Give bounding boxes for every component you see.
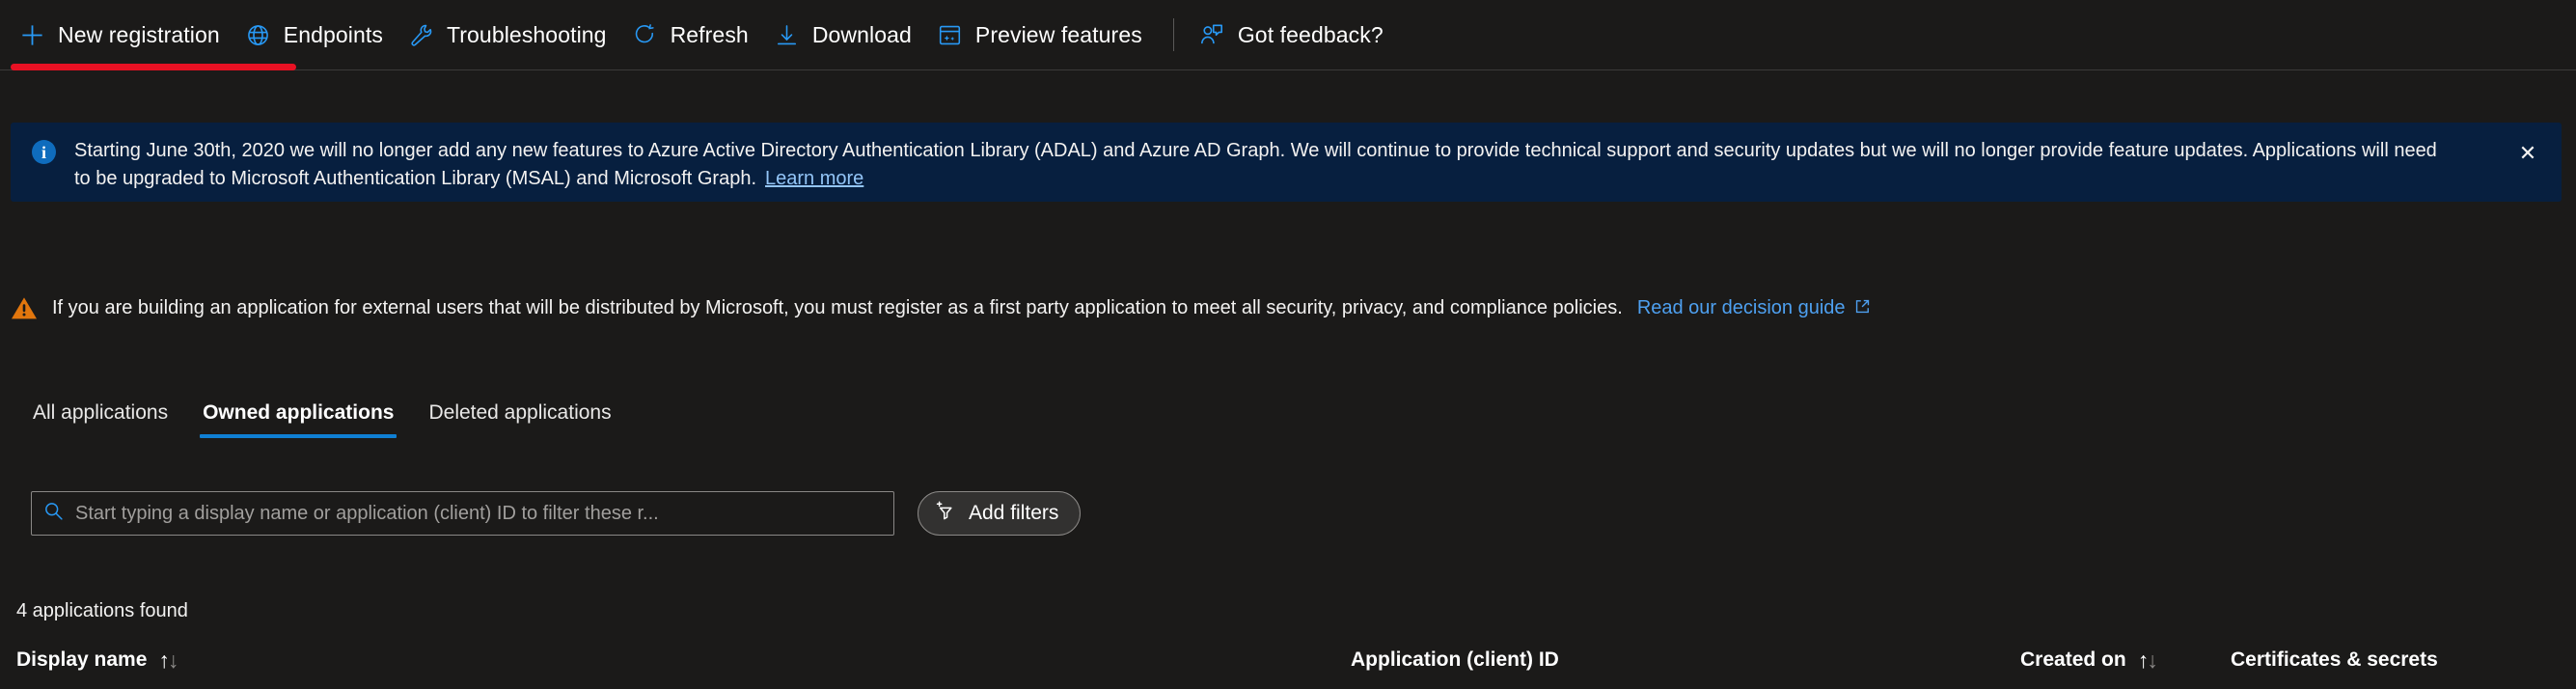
download-label: Download <box>812 22 912 48</box>
adal-deprecation-banner: i Starting June 30th, 2020 we will no lo… <box>11 123 2562 202</box>
tab-owned-applications[interactable]: Owned applications <box>185 396 411 438</box>
tab-all-applications[interactable]: All applications <box>15 396 185 438</box>
banner-text-container: Starting June 30th, 2020 we will no long… <box>74 137 2457 193</box>
new-registration-highlight <box>11 64 296 70</box>
warning-text: If you are building an application for e… <box>52 297 1623 319</box>
read-decision-guide-link[interactable]: Read our decision guide <box>1637 297 1871 320</box>
download-button[interactable]: Download <box>766 14 929 56</box>
column-header-created-on-label: Created on <box>2020 648 2126 672</box>
search-input[interactable] <box>75 503 882 525</box>
sort-toggle-display-name[interactable]: ↑ ↓ <box>158 649 178 672</box>
first-party-warning: If you are building an application for e… <box>11 296 1871 320</box>
banner-message: Starting June 30th, 2020 we will no long… <box>74 140 2437 189</box>
got-feedback-button[interactable]: Got feedback? <box>1192 14 1401 56</box>
tab-all-applications-label: All applications <box>33 401 168 424</box>
download-icon <box>774 22 800 48</box>
column-header-certificates-secrets-label: Certificates & secrets <box>2231 648 2438 672</box>
read-decision-guide-label: Read our decision guide <box>1637 297 1846 318</box>
sort-descending-icon: ↓ <box>2147 649 2158 672</box>
command-bar-separator <box>1173 18 1174 51</box>
close-icon[interactable]: ✕ <box>2513 139 2542 168</box>
endpoints-label: Endpoints <box>284 22 383 48</box>
column-header-application-client-id-label: Application (client) ID <box>1351 648 1559 672</box>
command-bar: New registration Endpoints Troubleshooti… <box>0 0 2576 70</box>
refresh-label: Refresh <box>671 22 749 48</box>
tab-owned-applications-label: Owned applications <box>203 401 394 424</box>
results-count: 4 applications found <box>16 600 188 622</box>
refresh-button[interactable]: Refresh <box>624 14 766 56</box>
add-filters-button[interactable]: Add filters <box>918 491 1081 536</box>
learn-more-link[interactable]: Learn more <box>765 168 863 189</box>
search-box[interactable] <box>31 491 894 536</box>
troubleshooting-label: Troubleshooting <box>447 22 607 48</box>
column-header-display-name-label: Display name <box>16 648 147 672</box>
warning-triangle-icon <box>11 296 38 320</box>
external-link-icon <box>1854 298 1871 319</box>
add-filter-icon <box>934 499 957 528</box>
tab-deleted-applications[interactable]: Deleted applications <box>411 396 628 438</box>
tab-deleted-applications-label: Deleted applications <box>428 401 611 424</box>
app-registrations-page: New registration Endpoints Troubleshooti… <box>0 0 2576 689</box>
plus-icon <box>19 22 45 48</box>
applications-table-header: Display name ↑ ↓ Application (client) ID… <box>0 648 2576 689</box>
feedback-person-icon <box>1199 22 1225 48</box>
preview-features-icon <box>937 22 963 48</box>
globe-icon <box>245 22 271 48</box>
troubleshooting-button[interactable]: Troubleshooting <box>400 14 624 56</box>
new-registration-label: New registration <box>58 22 220 48</box>
column-header-created-on[interactable]: Created on ↑ ↓ <box>2020 648 2158 672</box>
column-header-application-client-id: Application (client) ID <box>1351 648 1559 672</box>
got-feedback-label: Got feedback? <box>1238 22 1384 48</box>
add-filters-label: Add filters <box>969 502 1058 525</box>
info-circle-icon: i <box>32 140 56 164</box>
preview-features-button[interactable]: Preview features <box>929 14 1160 56</box>
column-header-display-name[interactable]: Display name ↑ ↓ <box>16 648 178 672</box>
sort-descending-icon: ↓ <box>168 649 179 672</box>
applications-tablist: All applications Owned applications Dele… <box>15 396 629 438</box>
preview-features-label: Preview features <box>975 22 1142 48</box>
column-header-certificates-secrets: Certificates & secrets <box>2231 648 2438 672</box>
refresh-icon <box>632 22 658 48</box>
sort-toggle-created-on[interactable]: ↑ ↓ <box>2138 649 2158 672</box>
new-registration-button[interactable]: New registration <box>12 14 237 56</box>
filter-row: Add filters <box>31 491 1081 536</box>
search-icon <box>43 501 64 526</box>
wrench-icon <box>408 22 434 48</box>
endpoints-button[interactable]: Endpoints <box>237 14 400 56</box>
